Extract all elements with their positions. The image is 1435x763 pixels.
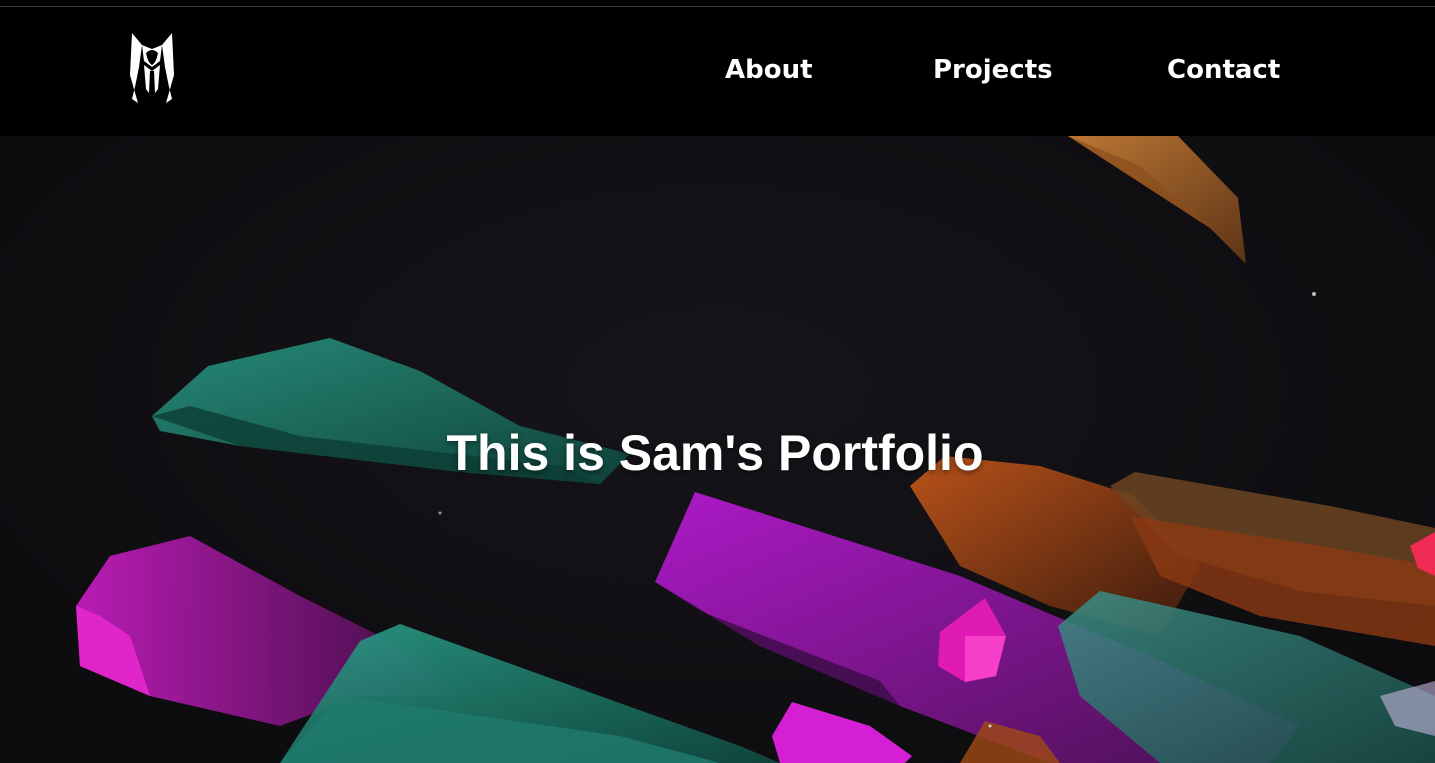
hero-title: This is Sam's Portfolio xyxy=(446,424,984,481)
tuxedo-logo-icon[interactable] xyxy=(126,31,178,103)
nav-contact-link[interactable]: Contact xyxy=(1167,52,1280,88)
nav-about-link[interactable]: About xyxy=(725,52,813,88)
hero-section: This is Sam's Portfolio xyxy=(0,136,1435,763)
page: About Projects Contact This is Sam's Por… xyxy=(0,0,1435,763)
nav-projects-link[interactable]: Projects xyxy=(933,52,1053,88)
navbar: About Projects Contact xyxy=(0,7,1435,136)
